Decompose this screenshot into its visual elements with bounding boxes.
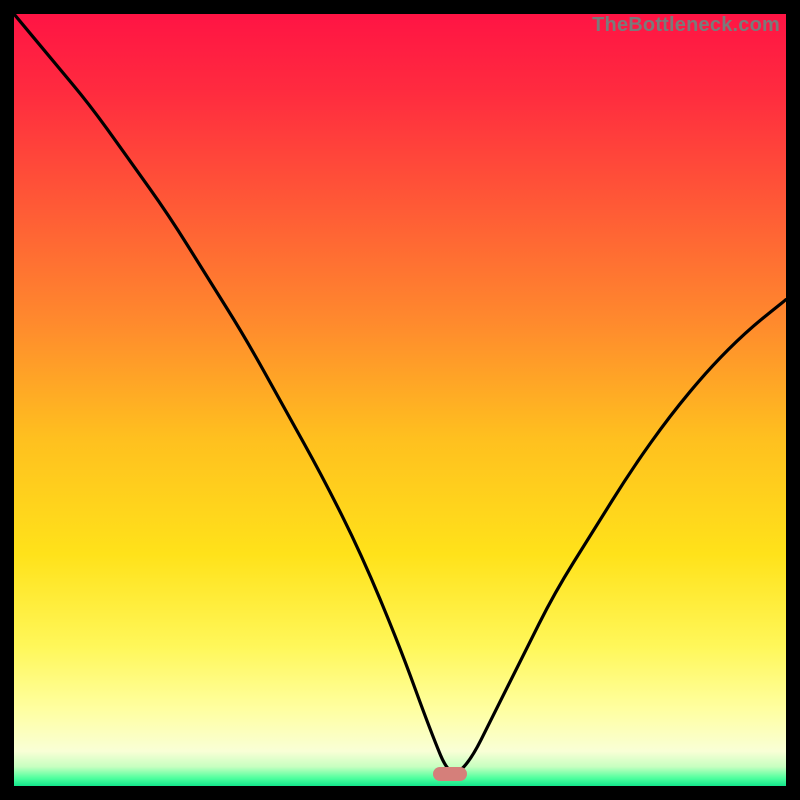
watermark-text: TheBottleneck.com xyxy=(592,14,780,37)
plot-area: TheBottleneck.com xyxy=(14,14,786,786)
chart-frame: TheBottleneck.com xyxy=(14,14,786,786)
optimum-marker xyxy=(433,767,467,781)
bottleneck-curve xyxy=(14,14,786,786)
